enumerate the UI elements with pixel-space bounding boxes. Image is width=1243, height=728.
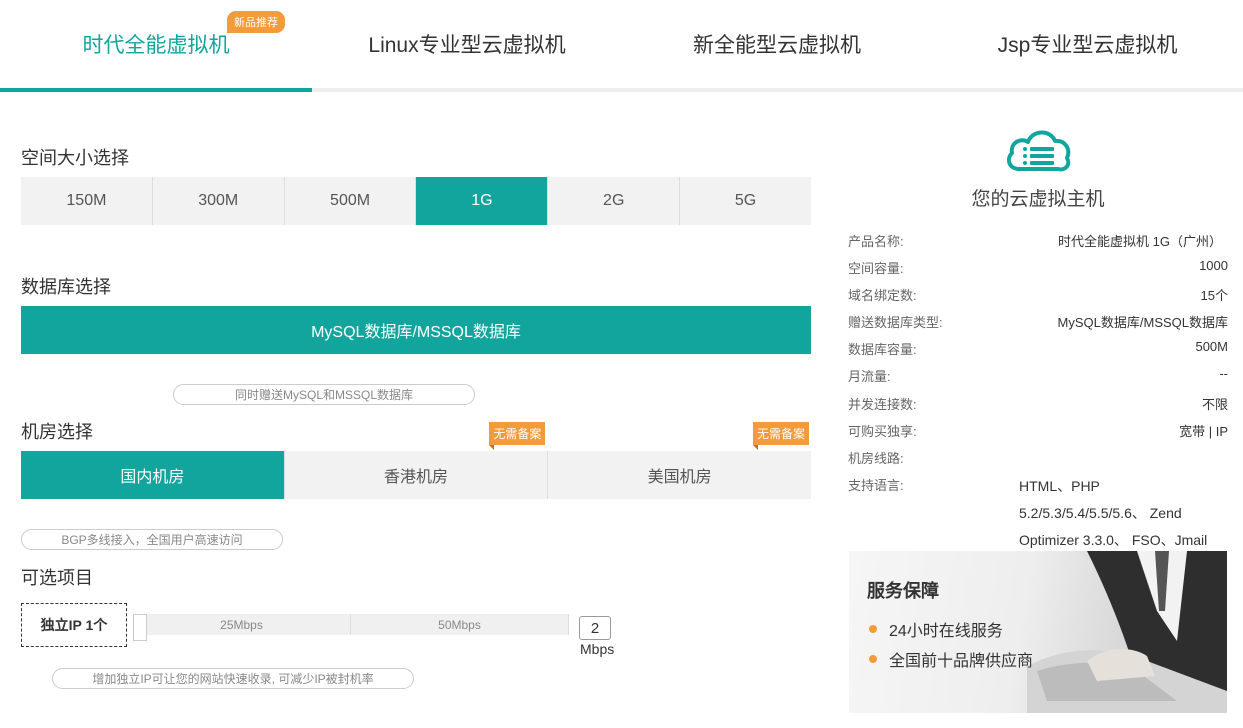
bandwidth-unit: Mbps [580, 641, 615, 657]
room-option-hongkong[interactable]: 香港机房 无需备案 [285, 422, 549, 499]
tab-label: 新全能型云虚拟机 [693, 34, 861, 57]
spec-value: 宽带 | IP [1179, 424, 1228, 439]
spec-key: 域名绑定数: [848, 288, 917, 303]
spec-row: 数据库容量: 500M [848, 339, 1228, 359]
room-note: BGP多线接入，全国用户高速访问 [21, 529, 283, 550]
spec-row: 并发连接数: 不限 [848, 394, 1228, 414]
database-title: 数据库选择 [21, 277, 111, 297]
service-item-label: 24小时在线服务 [889, 623, 1003, 640]
bandwidth-value[interactable]: 2 [579, 616, 611, 640]
service-item-label: 全国前十品牌供应商 [889, 653, 1034, 670]
service-banner: 服务保障 24小时在线服务 全国前十品牌供应商 [849, 551, 1227, 713]
space-title: 空间大小选择 [21, 148, 129, 168]
spec-key: 月流量: [848, 369, 891, 384]
tab-linux[interactable]: Linux专业型云虚拟机 [312, 0, 622, 88]
page: 时代全能虚拟机 新品推荐 Linux专业型云虚拟机 新全能型云虚拟机 Jsp专业… [0, 0, 1243, 728]
spec-value: 不限 [1201, 397, 1228, 412]
product-tabs: 时代全能虚拟机 新品推荐 Linux专业型云虚拟机 新全能型云虚拟机 Jsp专业… [0, 0, 1243, 92]
room-options: 国内机房 香港机房 无需备案 美国机房 无需备案 [21, 422, 811, 499]
cloud-server-icon [1006, 130, 1071, 172]
bullet-icon [869, 625, 877, 633]
spec-row: 月流量: -- [848, 366, 1228, 386]
spec-row: 域名绑定数: 15个 [848, 285, 1228, 305]
room-label: 国内机房 [120, 469, 185, 486]
room-option-domestic[interactable]: 国内机房 [21, 451, 285, 499]
spec-value: 时代全能虚拟机 1G（广州） [1058, 234, 1222, 249]
database-option[interactable]: MySQL数据库/MSSQL数据库 [21, 306, 811, 354]
spec-value: 500M [1195, 339, 1228, 354]
spec-key: 数据库容量: [848, 342, 917, 357]
size-option-300m[interactable]: 300M [153, 177, 285, 225]
tab-shidai[interactable]: 时代全能虚拟机 新品推荐 [0, 0, 312, 92]
spec-key: 支持语言: [848, 478, 904, 493]
spec-key: 空间容量: [848, 261, 904, 276]
dedicated-ip-option[interactable]: 独立IP 1个 [21, 603, 127, 647]
size-option-150m[interactable]: 150M [21, 177, 153, 225]
service-title: 服务保障 [867, 581, 939, 601]
spec-key: 机房线路: [848, 451, 904, 466]
spec-value: 15个 [1200, 288, 1228, 303]
no-registration-badge: 无需备案 [753, 422, 810, 450]
spec-value: 1000 [1199, 258, 1228, 273]
spec-key: 产品名称: [848, 234, 904, 249]
optional-title: 可选项目 [21, 568, 93, 588]
spec-row: 产品名称: 时代全能虚拟机 1G（广州） [848, 231, 1228, 251]
service-item: 全国前十品牌供应商 [869, 647, 1033, 671]
spec-row: 赠送数据库类型: MySQL数据库/MSSQL数据库 [848, 312, 1228, 332]
size-option-2g[interactable]: 2G [548, 177, 681, 225]
service-item: 24小时在线服务 [869, 617, 1003, 641]
ip-note: 增加独立IP可让您的网站快速收录, 可减少IP被封机率 [52, 668, 414, 689]
tab-new-allround[interactable]: 新全能型云虚拟机 [622, 0, 932, 88]
spec-row: 空间容量: 1000 [848, 258, 1228, 278]
room-option-usa[interactable]: 美国机房 无需备案 [548, 422, 811, 499]
database-note: 同时赠送MySQL和MSSQL数据库 [173, 384, 475, 405]
slider-handle[interactable] [133, 614, 147, 641]
summary-title: 您的云虚拟主机 [971, 189, 1105, 210]
room-label: 香港机房 [384, 469, 449, 486]
slider-mark: 50Mbps [351, 614, 569, 635]
tab-jsp[interactable]: Jsp专业型云虚拟机 [932, 0, 1243, 88]
no-registration-badge: 无需备案 [489, 422, 546, 450]
size-option-500m[interactable]: 500M [285, 177, 417, 225]
spec-value: MySQL数据库/MSSQL数据库 [1057, 315, 1228, 330]
space-options: 150M 300M 500M 1G 2G 5G [21, 177, 811, 225]
size-option-1g[interactable]: 1G [416, 177, 549, 225]
spec-row: 机房线路: [848, 448, 1228, 468]
spec-row: 可购买独享: 宽带 | IP [848, 421, 1228, 441]
spec-key: 并发连接数: [848, 397, 917, 412]
room-label: 美国机房 [647, 469, 712, 486]
tab-label: Linux专业型云虚拟机 [368, 34, 566, 57]
supported-languages: HTML、PHP 5.2/5.3/5.4/5.5/5.6、 Zend Optim… [1019, 478, 1208, 548]
size-option-5g[interactable]: 5G [680, 177, 811, 225]
slider-mark: 25Mbps [133, 614, 351, 635]
new-badge: 新品推荐 [227, 11, 285, 33]
bandwidth-slider[interactable]: 25Mbps 50Mbps [133, 614, 569, 641]
tab-label: Jsp专业型云虚拟机 [997, 34, 1178, 57]
bullet-icon [869, 655, 877, 663]
tab-label: 时代全能虚拟机 [82, 34, 230, 57]
spec-value: -- [1219, 366, 1228, 381]
spec-key: 可购买独享: [848, 424, 917, 439]
spec-key: 赠送数据库类型: [848, 315, 943, 330]
businessman-keyboard-image [1027, 551, 1227, 713]
room-title: 机房选择 [21, 422, 93, 442]
